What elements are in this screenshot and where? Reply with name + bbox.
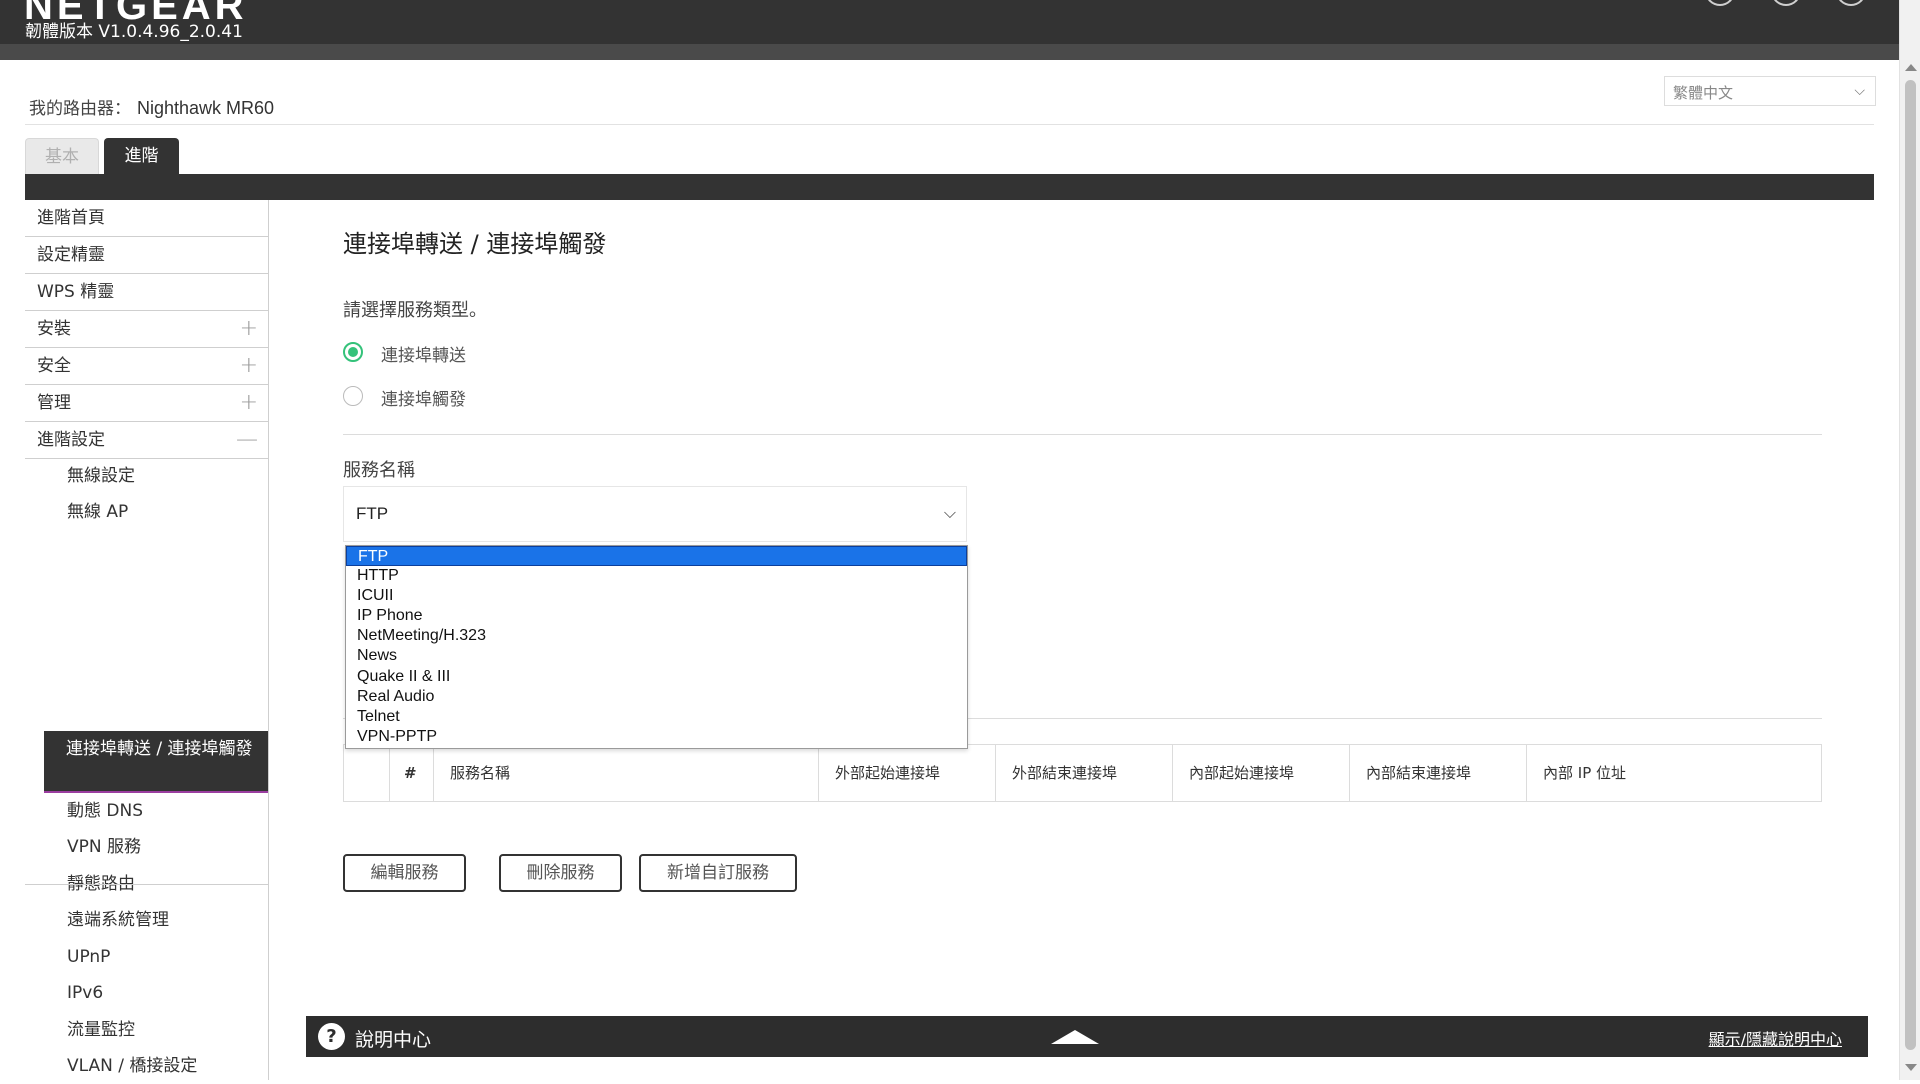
sidebar-item-setup-wizard[interactable]: 設定精靈 bbox=[25, 237, 268, 274]
scroll-thumb[interactable] bbox=[1905, 80, 1916, 1050]
firmware-version: 韌體版本 V1.0.4.96_2.0.41 bbox=[25, 22, 243, 42]
services-table-header: # 服務名稱 外部起始連接埠 外部結束連接埠 內部起始連接埠 內部結束連接埠 內… bbox=[343, 744, 1822, 802]
help-icon[interactable] bbox=[1771, 0, 1801, 6]
radio-button-checked[interactable] bbox=[343, 342, 363, 362]
sidebar-subitem-wireless-settings[interactable]: 無線設定 bbox=[67, 458, 135, 494]
sidebar-item-label: 安裝 bbox=[37, 319, 71, 339]
tab-advanced[interactable]: 進階 bbox=[104, 138, 179, 174]
sidebar-item-label: WPS 精靈 bbox=[37, 282, 115, 302]
sidebar-item-security[interactable]: 安全 + bbox=[25, 348, 268, 385]
sidebar-item-label: 進階首頁 bbox=[37, 208, 105, 228]
header-strip bbox=[0, 44, 1899, 60]
sidebar: 進階首頁 設定精靈 WPS 精靈 安裝 + 安全 + 管理 + 進階設定 — 無線設定 … bbox=[25, 200, 269, 1080]
table-header-int-ip: 內部 IP 位址 bbox=[1543, 764, 1627, 782]
top-header: NETGEAR 韌體版本 V1.0.4.96_2.0.41 bbox=[0, 0, 1899, 44]
dropdown-option[interactable]: Quake II & III bbox=[346, 667, 967, 687]
language-select[interactable]: 繁體中文 ⌵ bbox=[1664, 76, 1876, 106]
dropdown-option[interactable]: FTP bbox=[346, 546, 967, 566]
sidebar-item-label: 管理 bbox=[37, 393, 71, 413]
divider bbox=[343, 434, 1822, 435]
page-title: 連接埠轉送 / 連接埠觸發 bbox=[343, 230, 607, 258]
service-name-dropdown-list[interactable]: FTP HTTP ICUII IP Phone NetMeeting/H.323… bbox=[345, 545, 968, 749]
plus-icon[interactable]: + bbox=[240, 348, 258, 384]
table-header-int-start-port: 內部起始連接埠 bbox=[1173, 745, 1350, 801]
router-label: 我的路由器： Nighthawk MR60 bbox=[29, 94, 274, 119]
chevron-down-icon: ⌵ bbox=[943, 503, 956, 522]
sidebar-item-label: 進階設定 bbox=[37, 430, 105, 450]
sidebar-subitem-vpn-service[interactable]: VPN 服務 bbox=[67, 829, 141, 865]
tab-basic[interactable]: 基本 bbox=[25, 138, 99, 174]
sidebar-subitem-upnp[interactable]: UPnP bbox=[67, 939, 110, 975]
chevron-down-icon: ⌵ bbox=[1854, 83, 1865, 99]
service-name-value: FTP bbox=[356, 504, 389, 523]
radio-port-triggering[interactable]: 連接埠觸發 bbox=[343, 385, 543, 410]
sidebar-item-label: 安全 bbox=[37, 356, 71, 376]
dropdown-option[interactable]: HTTP bbox=[346, 566, 967, 586]
table-header-ext-start-port: 外部起始連接埠 bbox=[819, 745, 996, 801]
table-header-int-end-port: 內部結束連接埠 bbox=[1350, 745, 1527, 801]
help-center-label: 說明中心 bbox=[355, 1029, 432, 1051]
sidebar-subitem-vlan-bridge[interactable]: VLAN / 橋接設定 bbox=[67, 1048, 197, 1084]
logout-icon[interactable] bbox=[1836, 0, 1866, 6]
scroll-up-icon[interactable] bbox=[1905, 64, 1917, 71]
sidebar-item-label: 設定精靈 bbox=[37, 245, 105, 265]
dropdown-option[interactable]: Real Audio bbox=[346, 687, 967, 707]
divider bbox=[25, 124, 1874, 125]
sidebar-subitem-ipv6[interactable]: IPv6 bbox=[67, 975, 103, 1011]
account-icon[interactable] bbox=[1705, 0, 1735, 6]
sidebar-item-wps-wizard[interactable]: WPS 精靈 bbox=[25, 274, 268, 311]
service-name-label: 服務名稱 bbox=[343, 460, 415, 481]
radio-button[interactable] bbox=[343, 386, 363, 406]
sidebar-subitem-traffic-meter[interactable]: 流量監控 bbox=[67, 1012, 135, 1048]
radio-label: 連接埠觸發 bbox=[381, 390, 466, 410]
minus-icon[interactable]: — bbox=[236, 422, 258, 458]
sidebar-subitem-port-forwarding[interactable]: 連接埠轉送 / 連接埠觸發 bbox=[44, 731, 268, 793]
sidebar-item-advanced-setup[interactable]: 進階設定 — bbox=[25, 422, 268, 459]
edit-service-button[interactable]: 編輯服務 bbox=[343, 854, 466, 892]
dropdown-option[interactable]: Telnet bbox=[346, 707, 967, 727]
sidebar-subitem-label: 連接埠轉送 / 連接埠觸發 bbox=[66, 739, 253, 759]
dropdown-option[interactable]: VPN-PPTP bbox=[346, 727, 967, 747]
service-name-select[interactable]: FTP ⌵ bbox=[343, 486, 967, 542]
table-header-service-name: 服務名稱 bbox=[434, 745, 819, 801]
dropdown-option[interactable]: ICUII bbox=[346, 586, 967, 606]
add-custom-service-button[interactable]: 新增自訂服務 bbox=[639, 854, 797, 892]
table-header-number: # bbox=[390, 745, 434, 801]
plus-icon[interactable]: + bbox=[240, 311, 258, 347]
help-center-bar: ? 說明中心 顯示/隱藏說明中心 bbox=[306, 1016, 1868, 1057]
sidebar-end-divider bbox=[25, 884, 268, 885]
service-type-prompt: 請選擇服務類型。 bbox=[343, 300, 487, 321]
scroll-down-icon[interactable] bbox=[1905, 1064, 1917, 1071]
sidebar-item-setup[interactable]: 安裝 + bbox=[25, 311, 268, 348]
language-value: 繁體中文 bbox=[1673, 84, 1734, 102]
question-icon: ? bbox=[318, 1023, 345, 1050]
radio-port-forwarding[interactable]: 連接埠轉送 bbox=[343, 341, 543, 366]
dropdown-option[interactable]: NetMeeting/H.323 bbox=[346, 626, 967, 646]
plus-icon[interactable]: + bbox=[240, 385, 258, 421]
table-header-select bbox=[344, 745, 390, 801]
page-scrollbar[interactable] bbox=[1899, 0, 1920, 1080]
sidebar-subitem-remote-management[interactable]: 遠端系統管理 bbox=[67, 902, 169, 938]
radio-label: 連接埠轉送 bbox=[381, 346, 466, 366]
tab-bar bbox=[25, 174, 1874, 200]
delete-service-button[interactable]: 刪除服務 bbox=[499, 854, 622, 892]
dropdown-option[interactable]: IP Phone bbox=[346, 606, 967, 626]
sidebar-subitem-wireless-ap[interactable]: 無線 AP bbox=[67, 494, 128, 530]
toggle-help-center-link[interactable]: 顯示/隱藏說明中心 bbox=[1709, 1026, 1842, 1050]
sidebar-item-advanced-home[interactable]: 進階首頁 bbox=[25, 200, 268, 237]
sidebar-subitem-dynamic-dns[interactable]: 動態 DNS bbox=[67, 793, 143, 829]
router-name: Nighthawk MR60 bbox=[137, 98, 275, 118]
router-label-text: 我的路由器： bbox=[29, 99, 131, 119]
expand-up-icon[interactable] bbox=[1051, 1030, 1099, 1044]
dropdown-option[interactable]: News bbox=[346, 646, 967, 666]
sidebar-item-administration[interactable]: 管理 + bbox=[25, 385, 268, 422]
table-header-ext-end-port: 外部結束連接埠 bbox=[996, 745, 1173, 801]
